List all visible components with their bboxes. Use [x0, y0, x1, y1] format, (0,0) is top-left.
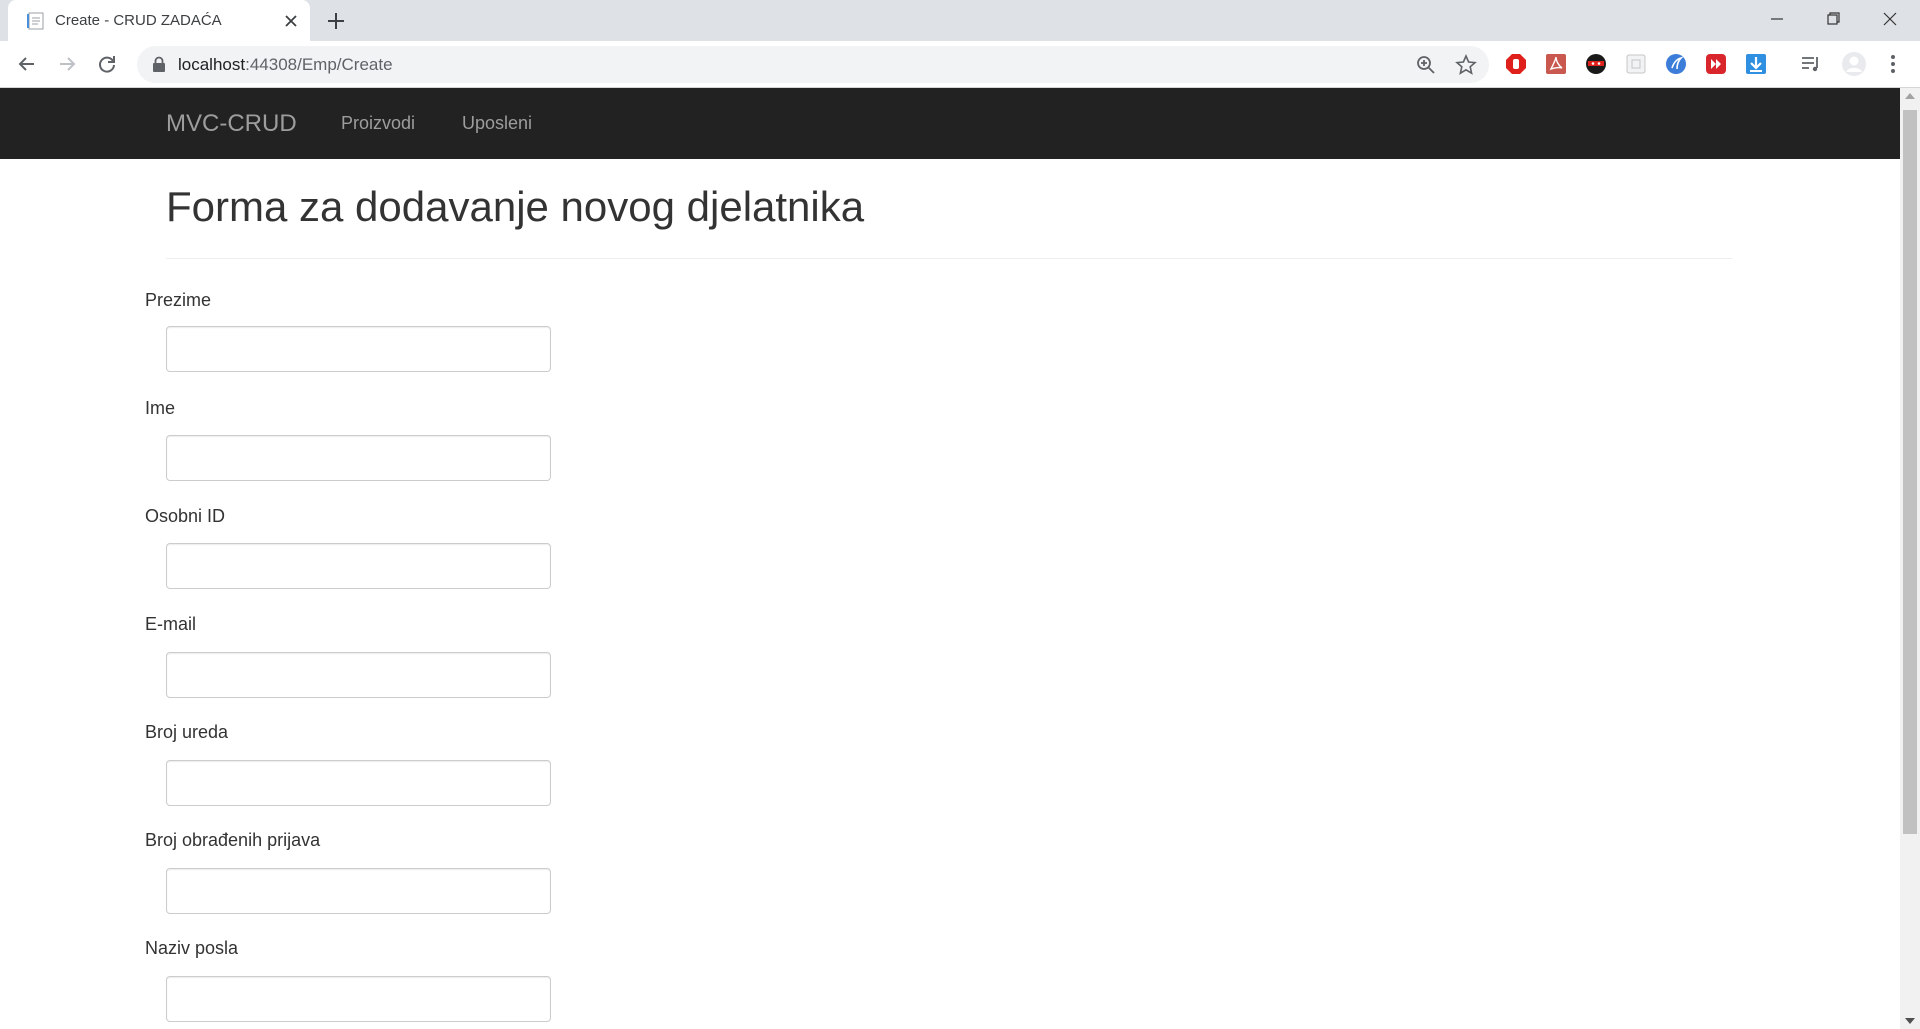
- url-host: localhost: [178, 55, 246, 74]
- label-naziv-posla: Naziv posla: [145, 938, 239, 958]
- browser-toolbar: localhost:44308/Emp/Create: [0, 41, 1920, 88]
- page-scrollbar[interactable]: [1900, 88, 1920, 1029]
- label-osobni-id: Osobni ID: [145, 506, 226, 526]
- nav-link-uposleni[interactable]: Uposleni: [462, 113, 532, 134]
- nav-link-proizvodi[interactable]: Proizvodi: [341, 113, 415, 134]
- close-window-icon[interactable]: [1875, 6, 1905, 32]
- close-tab-icon[interactable]: [281, 11, 301, 31]
- label-ime: Ime: [145, 398, 176, 418]
- reload-icon[interactable]: [95, 52, 119, 76]
- zoom-icon[interactable]: [1415, 54, 1437, 76]
- blue-circle-extension-icon[interactable]: [1665, 53, 1687, 75]
- bookmark-star-icon[interactable]: [1455, 54, 1477, 76]
- profile-avatar-icon[interactable]: [1841, 51, 1867, 77]
- url-path: :44308/Emp/Create: [245, 55, 393, 74]
- pdf-extension-icon[interactable]: [1545, 53, 1567, 75]
- email-input[interactable]: [166, 652, 551, 698]
- tab-title: Create - CRUD ZADAĆA: [55, 12, 222, 29]
- brand-link[interactable]: MVC-CRUD: [166, 110, 297, 138]
- red-forward-extension-icon[interactable]: [1705, 53, 1727, 75]
- site-navbar: MVC-CRUD Proizvodi Uposleni: [0, 88, 1900, 159]
- page-favicon-icon: [27, 12, 44, 30]
- download-extension-icon[interactable]: [1745, 53, 1767, 75]
- osobni-id-input[interactable]: [166, 543, 551, 589]
- label-prezime: Prezime: [145, 290, 212, 310]
- adblock-extension-icon[interactable]: [1505, 53, 1527, 75]
- media-control-icon[interactable]: [1800, 53, 1822, 75]
- prezime-input[interactable]: [166, 326, 551, 372]
- url-text: localhost:44308/Emp/Create: [178, 55, 393, 75]
- back-arrow-icon[interactable]: [15, 52, 39, 76]
- ime-input[interactable]: [166, 435, 551, 481]
- forward-arrow-icon[interactable]: [55, 52, 79, 76]
- generic-extension-icon[interactable]: [1625, 53, 1647, 75]
- scrollbar-thumb[interactable]: [1903, 110, 1917, 834]
- page-title: Forma za dodavanje novog djelatnika: [166, 183, 865, 230]
- naziv-posla-input[interactable]: [166, 976, 551, 1022]
- lock-icon: [153, 56, 165, 72]
- broj-obradenih-prijava-input[interactable]: [166, 868, 551, 914]
- restore-window-icon[interactable]: [1818, 6, 1848, 32]
- label-email: E-mail: [145, 614, 197, 634]
- browser-tabstrip: Create - CRUD ZADAĆA: [0, 0, 1920, 41]
- broj-ureda-input[interactable]: [166, 760, 551, 806]
- address-bar[interactable]: localhost:44308/Emp/Create: [137, 46, 1489, 83]
- browser-tab-active[interactable]: Create - CRUD ZADAĆA: [8, 0, 310, 41]
- scroll-up-arrow-icon[interactable]: [1905, 93, 1915, 99]
- chrome-menu-icon[interactable]: [1882, 53, 1904, 75]
- title-divider: [166, 258, 1732, 259]
- label-broj-ureda: Broj ureda: [145, 722, 229, 742]
- ninja-extension-icon[interactable]: [1585, 53, 1607, 75]
- label-broj-obradenih-prijava: Broj obrađenih prijava: [145, 830, 321, 850]
- web-page: MVC-CRUD Proizvodi Uposleni Forma za dod…: [0, 88, 1900, 1029]
- scroll-down-arrow-icon[interactable]: [1905, 1018, 1915, 1024]
- minimize-window-icon[interactable]: [1762, 6, 1792, 32]
- new-tab-plus-icon[interactable]: [325, 10, 347, 32]
